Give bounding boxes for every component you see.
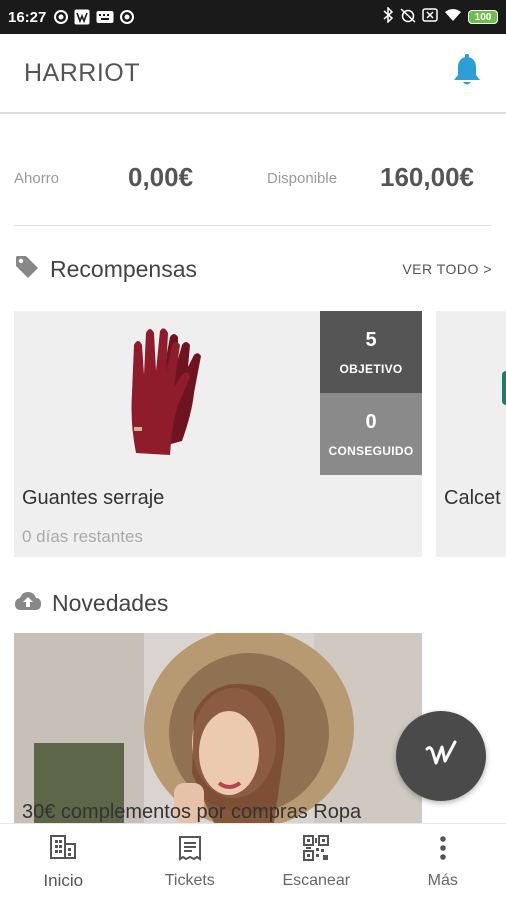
news-image bbox=[14, 633, 422, 823]
rewards-title: Recompensas bbox=[50, 255, 198, 282]
receipt-icon bbox=[177, 835, 203, 866]
nav-escanear[interactable]: Escanear bbox=[253, 824, 380, 900]
alarm-off-icon bbox=[400, 7, 416, 27]
bluetooth-icon bbox=[382, 6, 394, 27]
view-all-link[interactable]: VER TODO > bbox=[402, 261, 492, 277]
reward-name: Guantes serraje bbox=[22, 487, 165, 509]
cloud-upload-icon bbox=[14, 590, 42, 617]
objective-label: OBJETIVO bbox=[339, 361, 403, 376]
achieved-value: 0 bbox=[365, 410, 377, 433]
reward-image bbox=[14, 311, 320, 475]
status-bar: 16:27 100 bbox=[0, 0, 506, 34]
nav-label: Tickets bbox=[164, 871, 215, 889]
nav-label: Escanear bbox=[282, 871, 351, 889]
disponible-label: Disponible bbox=[267, 170, 338, 187]
news-card[interactable]: 30€ complementos por compras Ropa bbox=[14, 633, 422, 823]
record-icon bbox=[54, 10, 69, 24]
nav-tickets[interactable]: Tickets bbox=[127, 824, 254, 900]
rewards-header: Recompensas VER TODO > bbox=[14, 249, 492, 289]
nav-label: Más bbox=[427, 871, 458, 889]
nav-inicio[interactable]: Inicio bbox=[0, 824, 127, 900]
keyboard-icon bbox=[96, 10, 114, 24]
rewards-carousel[interactable]: 5 OBJETIVO 0 CONSEGUIDO Guantes serraje … bbox=[0, 311, 506, 557]
status-time: 16:27 bbox=[8, 8, 47, 26]
bell-icon[interactable] bbox=[452, 53, 482, 93]
news-title: Novedades bbox=[52, 589, 169, 616]
nav-label: Inicio bbox=[43, 870, 84, 890]
no-sim-icon bbox=[422, 8, 438, 26]
battery-indicator: 100 bbox=[468, 10, 498, 24]
achieved-box: 0 CONSEGUIDO bbox=[320, 393, 422, 475]
reward-name: Calcet bbox=[444, 487, 501, 509]
objective-value: 5 bbox=[365, 328, 377, 351]
app-title: HARRIOT bbox=[24, 58, 140, 87]
objective-box: 5 OBJETIVO bbox=[320, 311, 422, 393]
nav-mas[interactable]: Más bbox=[380, 824, 506, 900]
ahorro-label: Ahorro bbox=[14, 170, 60, 187]
bottom-nav: Inicio Tickets Escanear Más bbox=[0, 823, 506, 900]
ahorro-value: 0,00€ bbox=[128, 162, 194, 192]
achieved-label: CONSEGUIDO bbox=[328, 443, 414, 458]
record-icon bbox=[120, 10, 135, 24]
qr-code-icon bbox=[303, 834, 330, 866]
reward-days-left: 0 días restantes bbox=[22, 527, 143, 546]
news-item-title: 30€ complementos por compras Ropa bbox=[22, 801, 362, 823]
balance-summary: Ahorro 0,00€ Disponible 160,00€ bbox=[14, 148, 492, 226]
w-app-icon bbox=[74, 9, 90, 25]
w-logo-icon bbox=[424, 739, 458, 774]
w-logo-button[interactable] bbox=[396, 711, 486, 801]
wifi-icon bbox=[444, 8, 462, 26]
app-bar: HARRIOT bbox=[0, 34, 506, 114]
disponible-value: 160,00€ bbox=[380, 162, 474, 192]
news-header: Novedades bbox=[14, 583, 492, 623]
reward-card[interactable]: 5 OBJETIVO 0 CONSEGUIDO Guantes serraje … bbox=[14, 311, 422, 557]
reward-card[interactable]: Calcet bbox=[436, 311, 506, 557]
tag-icon bbox=[14, 254, 40, 285]
building-icon bbox=[49, 834, 77, 865]
more-vertical-icon bbox=[439, 835, 447, 866]
reward-image bbox=[502, 371, 506, 405]
